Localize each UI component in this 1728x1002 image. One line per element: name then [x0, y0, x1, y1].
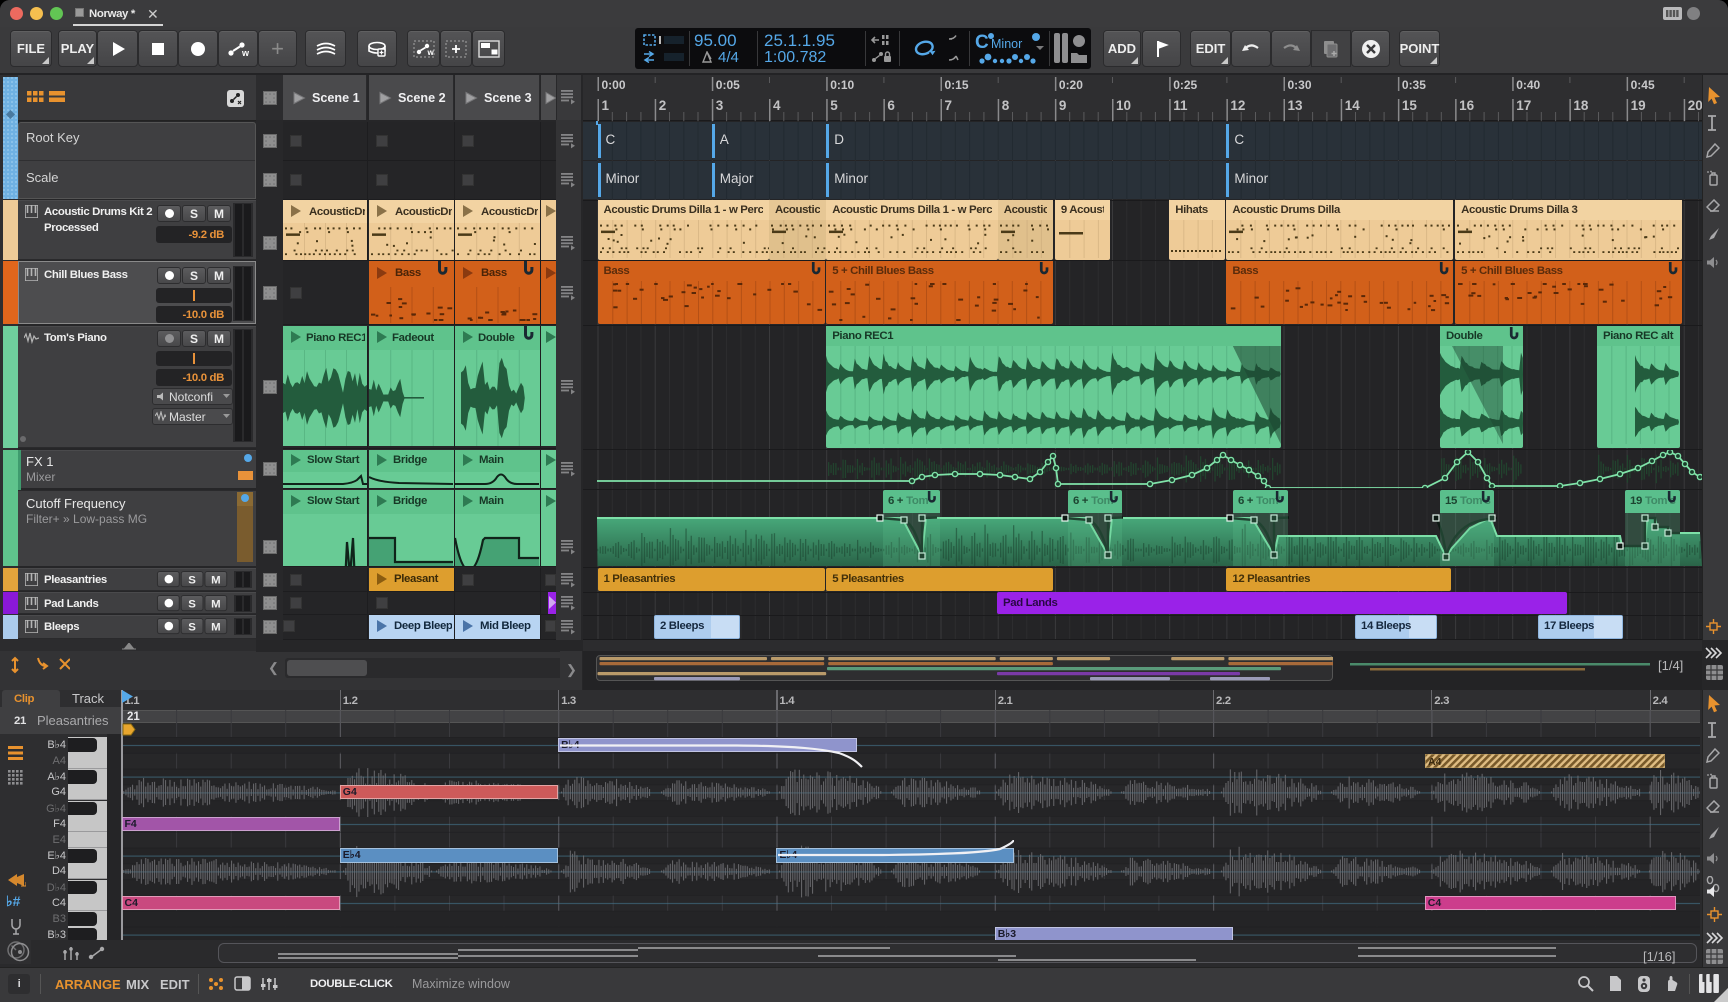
svg-text:A4: A4	[1428, 756, 1442, 768]
svg-text:w: w	[426, 48, 434, 57]
svg-text:w: w	[241, 48, 249, 58]
